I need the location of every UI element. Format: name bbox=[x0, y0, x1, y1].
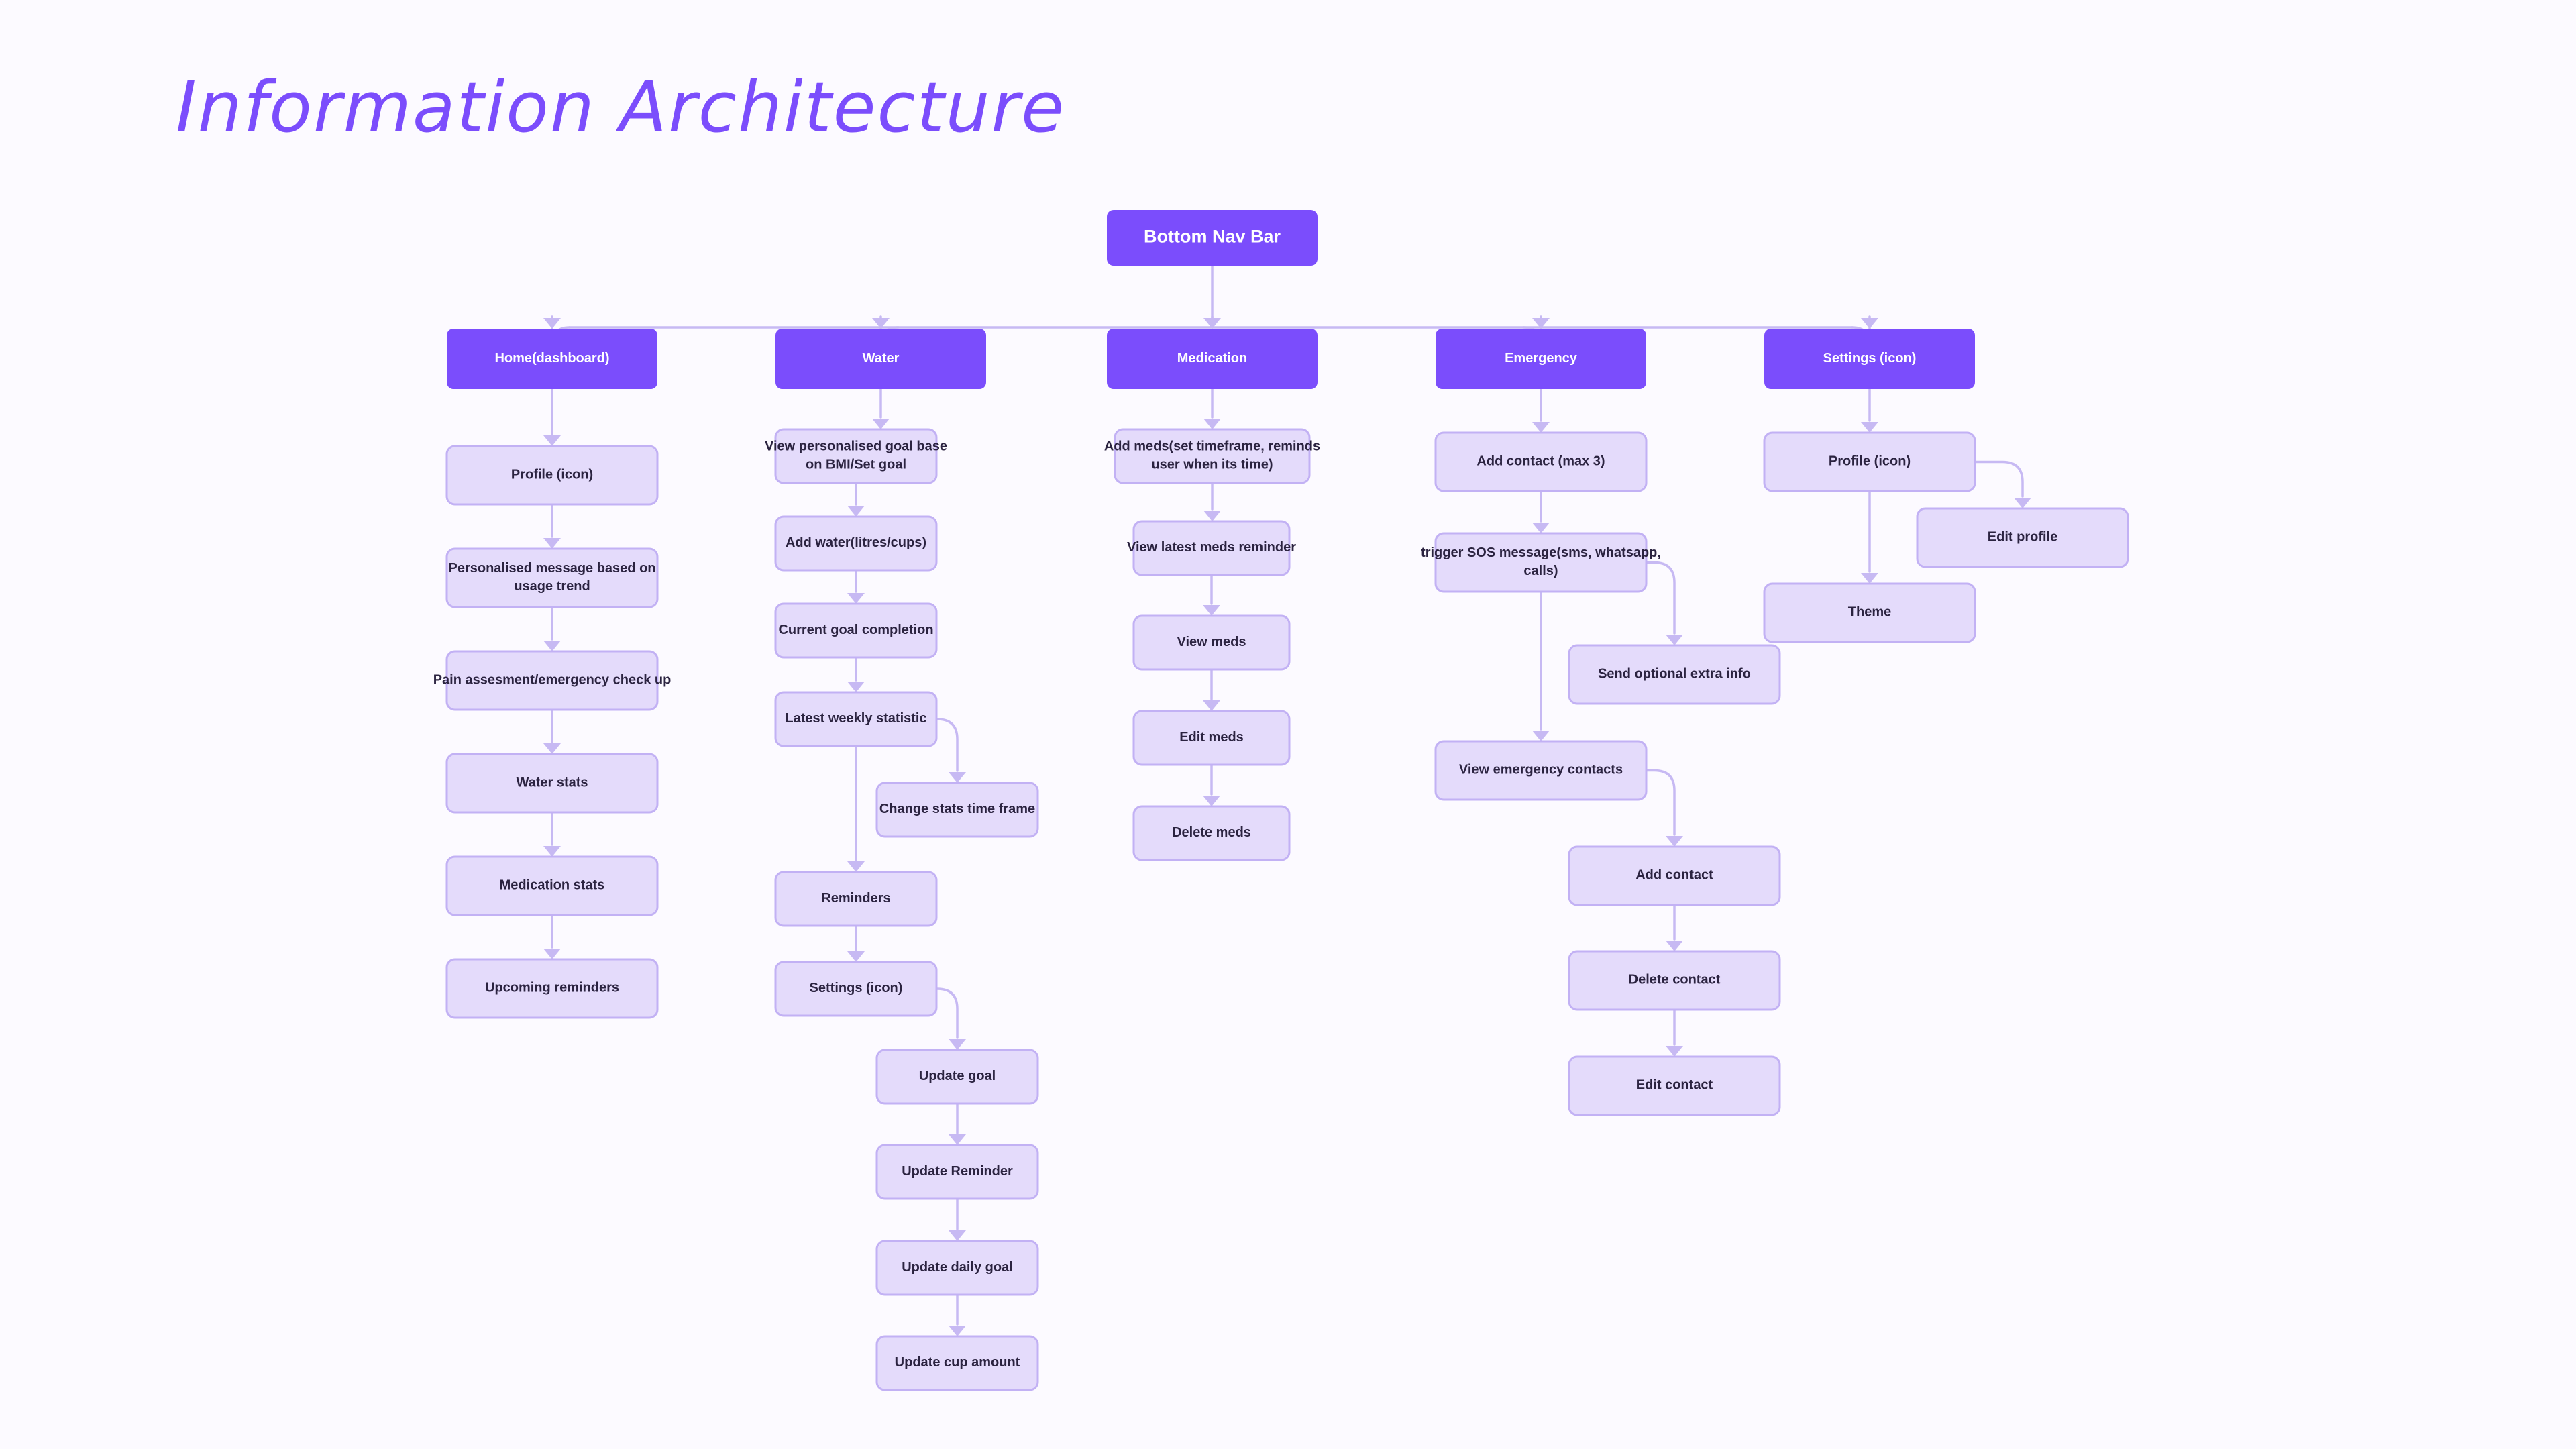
node-med-viewlatest[interactable]: View latest meds reminder bbox=[1127, 520, 1296, 576]
node-water-timeframe[interactable]: Change stats time frame bbox=[875, 782, 1039, 838]
node-label: View emergency contacts bbox=[1459, 763, 1623, 777]
node-water-settings[interactable]: Settings (icon) bbox=[774, 961, 938, 1017]
node-label: Delete meds bbox=[1172, 825, 1251, 840]
node-label: Current goal completion bbox=[778, 623, 933, 637]
node-label: Update goal bbox=[919, 1069, 996, 1083]
node-label: Update daily goal bbox=[902, 1260, 1013, 1275]
node-label: View meds bbox=[1177, 635, 1246, 649]
node-set-profile[interactable]: Profile (icon) bbox=[1763, 431, 1976, 492]
node-label: Settings (icon) bbox=[1823, 351, 1917, 366]
node-em-addcontact[interactable]: Add contact bbox=[1568, 845, 1781, 906]
node-label: Medication stats bbox=[500, 878, 605, 893]
node-label: Profile (icon) bbox=[1829, 454, 1911, 469]
node-label: Add water(litres/cups) bbox=[786, 535, 926, 550]
node-set-theme[interactable]: Theme bbox=[1763, 582, 1976, 643]
node-box[interactable] bbox=[774, 428, 938, 484]
node-med-edit[interactable]: Edit meds bbox=[1132, 710, 1291, 766]
information-architecture-diagram: Information Architecture Bottom Nav Bar H… bbox=[0, 0, 2576, 1449]
node-box[interactable] bbox=[1114, 428, 1311, 484]
node-water-add[interactable]: Add water(litres/cups) bbox=[774, 515, 938, 572]
node-label: View latest meds reminder bbox=[1127, 540, 1296, 555]
node-em-sos[interactable]: trigger SOS message(sms, whatsapp, calls) bbox=[1421, 532, 1661, 593]
node-label: Theme bbox=[1848, 605, 1891, 620]
node-label: Water stats bbox=[516, 775, 588, 790]
node-water-updategoal[interactable]: Update goal bbox=[875, 1049, 1039, 1105]
node-label: Pain assesment/emergency check up bbox=[433, 673, 672, 688]
node-label: Medication bbox=[1177, 351, 1247, 366]
node-em-addcontact3[interactable]: Add contact (max 3) bbox=[1434, 431, 1648, 492]
node-em-viewcontacts[interactable]: View emergency contacts bbox=[1434, 740, 1648, 801]
node-label: Add contact (max 3) bbox=[1477, 454, 1605, 469]
node-root[interactable]: Bottom Nav Bar bbox=[1107, 210, 1318, 266]
node-home-medstats[interactable]: Medication stats bbox=[445, 855, 659, 916]
node-box[interactable] bbox=[445, 547, 659, 608]
node-med-add[interactable]: Add meds(set timeframe, reminds user when… bbox=[1104, 428, 1320, 484]
node-water-goal[interactable]: View personalised goal base on BMI/Set go… bbox=[765, 428, 947, 484]
node-emergency[interactable]: Emergency bbox=[1436, 329, 1646, 389]
node-label: Bottom Nav Bar bbox=[1144, 227, 1281, 247]
node-label: Settings (icon) bbox=[810, 981, 903, 996]
node-home-pain[interactable]: Pain assesment/emergency check up bbox=[433, 650, 672, 711]
node-water-reminders[interactable]: Reminders bbox=[774, 871, 938, 927]
node-water-updatedaily[interactable]: Update daily goal bbox=[875, 1240, 1039, 1296]
node-label: Profile (icon) bbox=[511, 468, 593, 482]
page-title: Information Architecture bbox=[176, 66, 1065, 148]
node-label: Home(dashboard) bbox=[494, 351, 609, 366]
node-water-current[interactable]: Current goal completion bbox=[774, 602, 938, 659]
node-water-latest[interactable]: Latest weekly statistic bbox=[774, 691, 938, 747]
node-label: Change stats time frame bbox=[879, 802, 1035, 816]
node-label: Reminders bbox=[821, 891, 890, 906]
node-home-profile[interactable]: Profile (icon) bbox=[445, 445, 659, 506]
node-label: Add contact bbox=[1635, 868, 1713, 883]
node-label: Emergency bbox=[1505, 351, 1578, 366]
node-water-updaterem[interactable]: Update Reminder bbox=[875, 1144, 1039, 1200]
node-home-upcoming[interactable]: Upcoming reminders bbox=[445, 958, 659, 1019]
node-label: Edit profile bbox=[1988, 530, 2057, 545]
node-label: Water bbox=[863, 351, 900, 366]
node-label: Delete contact bbox=[1629, 973, 1721, 987]
node-home[interactable]: Home(dashboard) bbox=[447, 329, 657, 389]
node-home-waterstats[interactable]: Water stats bbox=[445, 753, 659, 814]
node-box[interactable] bbox=[1434, 532, 1648, 593]
node-water-updatecup[interactable]: Update cup amount bbox=[875, 1335, 1039, 1391]
node-label: Update Reminder bbox=[902, 1164, 1013, 1179]
node-label: Update cup amount bbox=[895, 1355, 1020, 1370]
node-home-message[interactable]: Personalised message based on usage trend bbox=[445, 547, 659, 608]
node-med-delete[interactable]: Delete meds bbox=[1132, 805, 1291, 861]
node-label: Edit meds bbox=[1179, 730, 1244, 745]
node-em-extrainfo[interactable]: Send optional extra info bbox=[1568, 644, 1781, 705]
node-set-editprofile[interactable]: Edit profile bbox=[1916, 507, 2129, 568]
node-em-editcontact[interactable]: Edit contact bbox=[1568, 1055, 1781, 1116]
node-settings[interactable]: Settings (icon) bbox=[1764, 329, 1975, 389]
node-label: Upcoming reminders bbox=[485, 981, 619, 996]
node-water[interactable]: Water bbox=[775, 329, 986, 389]
node-label: Latest weekly statistic bbox=[785, 711, 926, 726]
node-med-view[interactable]: View meds bbox=[1132, 614, 1291, 671]
node-medication[interactable]: Medication bbox=[1107, 329, 1318, 389]
node-label: Edit contact bbox=[1636, 1078, 1713, 1093]
node-label: Send optional extra info bbox=[1598, 667, 1751, 682]
node-em-deletecontact[interactable]: Delete contact bbox=[1568, 950, 1781, 1011]
